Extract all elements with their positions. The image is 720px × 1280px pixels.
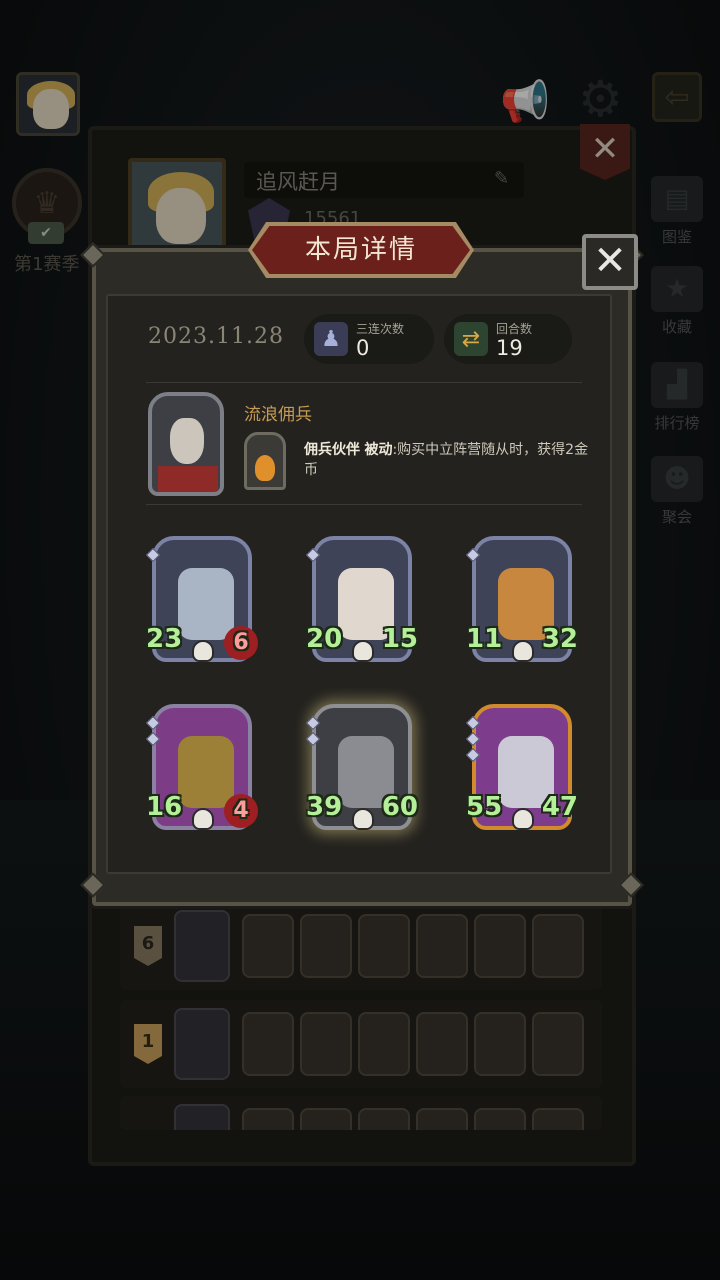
- match-date: 2023.11.28: [148, 324, 284, 349]
- hero-scarf: [158, 466, 218, 492]
- close-button[interactable]: ✕: [582, 234, 638, 290]
- hero-skill-description: 佣兵伙伴 被动:购买中立阵营随从时，获得2金币: [304, 440, 600, 480]
- stat-label: 回合数: [496, 322, 533, 336]
- unit-card[interactable]: 11 32: [465, 536, 578, 666]
- skull-icon: [352, 640, 374, 662]
- divider: [146, 504, 582, 505]
- skull-icon: [192, 808, 214, 830]
- skull-icon: [512, 640, 534, 662]
- unit-health: 4: [224, 794, 258, 828]
- unit-attack: 16: [146, 792, 183, 822]
- unit-card[interactable]: 23 6: [145, 536, 258, 666]
- unit-card[interactable]: 39 60: [305, 704, 418, 834]
- unit-health: 60: [381, 792, 418, 822]
- stat-value: 0: [356, 336, 370, 360]
- skull-icon: [192, 640, 214, 662]
- unit-health: 32: [541, 624, 578, 654]
- rounds-stat: ⇄ 回合数 19: [444, 314, 572, 364]
- stat-label: 三连次数: [356, 322, 405, 336]
- triple-icon: ♟: [314, 322, 348, 356]
- close-icon: ✕: [593, 238, 627, 284]
- unit-attack: 39: [306, 792, 343, 822]
- unit-art: [178, 568, 234, 640]
- unit-attack: 55: [466, 792, 503, 822]
- hero-face: [170, 418, 204, 464]
- rounds-icon: ⇄: [454, 322, 488, 356]
- stat-value: 19: [496, 336, 523, 360]
- unit-card[interactable]: 20 15: [305, 536, 418, 666]
- unit-attack: 11: [466, 624, 503, 654]
- unit-card[interactable]: 55 47: [465, 704, 578, 834]
- unit-attack: 23: [146, 624, 183, 654]
- fire-icon: [255, 455, 275, 481]
- hero-skill-icon: [244, 432, 286, 490]
- skill-type: 被动: [364, 442, 393, 458]
- skull-icon: [512, 808, 534, 830]
- unit-health: 47: [541, 792, 578, 822]
- skill-name: 佣兵伙伴: [304, 442, 360, 458]
- modal-title: 本局详情: [304, 235, 417, 265]
- unit-card[interactable]: 16 4: [145, 704, 258, 834]
- hero-name: 流浪佣兵: [244, 405, 312, 425]
- unit-health: 6: [224, 626, 258, 660]
- unit-health: 15: [381, 624, 418, 654]
- hero-portrait: [148, 392, 224, 496]
- unit-attack: 20: [306, 624, 343, 654]
- divider: [146, 382, 582, 383]
- skull-icon: [352, 808, 374, 830]
- unit-art: [178, 736, 234, 808]
- triple-count-stat: ♟ 三连次数 0: [304, 314, 434, 364]
